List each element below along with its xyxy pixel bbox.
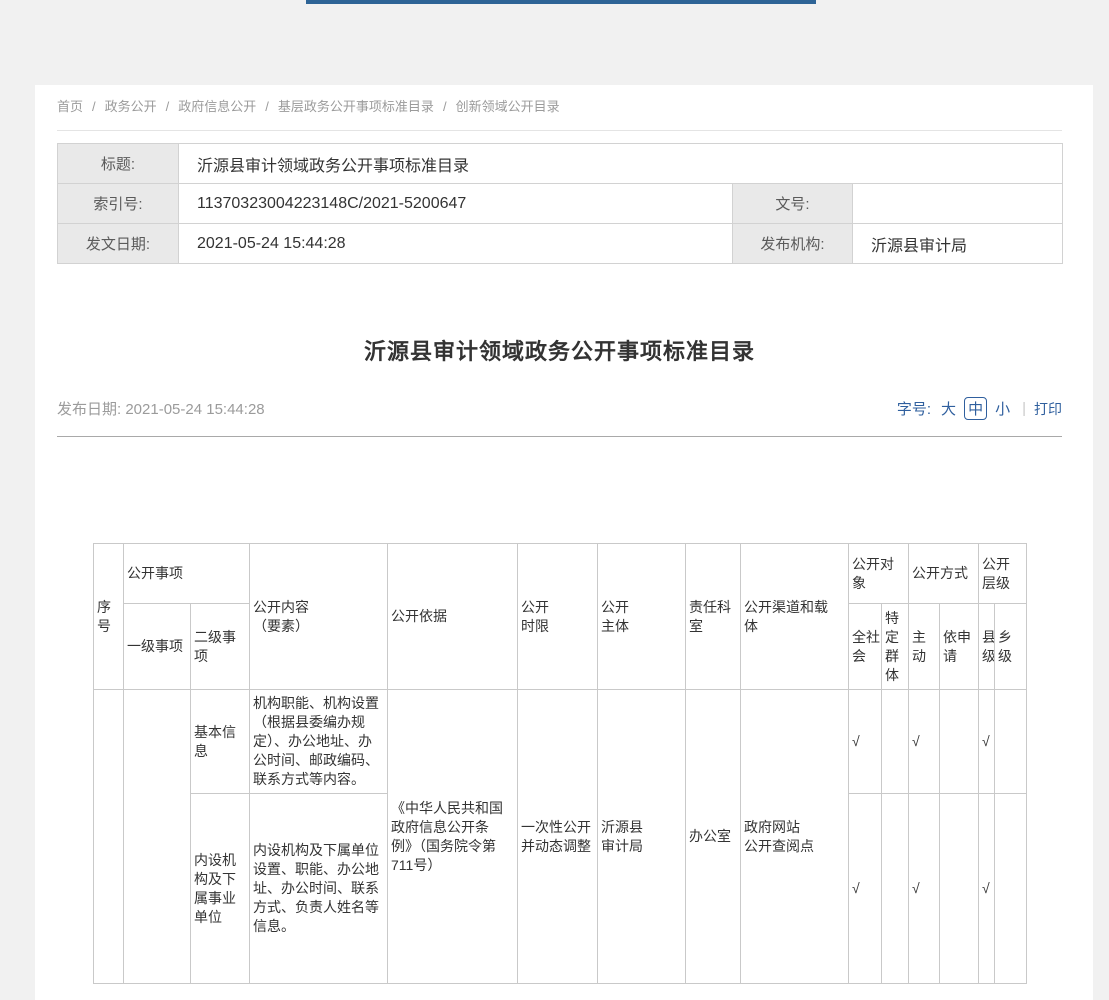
print-button[interactable]: 打印 [1034, 399, 1062, 419]
header-level-town: 乡 级 [995, 604, 1027, 690]
header-level-county: 县 级 [979, 604, 995, 690]
cell-method-request [940, 794, 979, 984]
header-content: 公开内容 （要素） [250, 544, 388, 690]
checkmark-audience-all: √ [849, 794, 882, 984]
meta-index-value: 11370323004223148C/2021-5200647 [179, 184, 733, 224]
font-size-large-button[interactable]: 大 [941, 398, 956, 419]
cell-department: 办公室 [686, 690, 741, 984]
meta-date-value: 2021-05-24 15:44:28 [179, 224, 733, 264]
page-title: 沂源县审计领域政务公开事项标准目录 [57, 331, 1062, 373]
cell-time-limit: 一次性公开 并动态调整 [518, 690, 598, 984]
breadcrumb-separator: / [443, 99, 447, 114]
meta-row-title: 标题: 沂源县审计领域政务公开事项标准目录 [58, 144, 1063, 184]
publish-date: 发布日期: 2021-05-24 15:44:28 [57, 398, 265, 419]
header-subject: 公开 主体 [598, 544, 686, 690]
publish-date-label: 发布日期: [57, 401, 121, 418]
meta-title-value: 沂源县审计领域政务公开事项标准目录 [179, 144, 1063, 184]
article-meta-bar: 发布日期: 2021-05-24 15:44:28 字号: 大 中 小 | 打印 [57, 397, 1062, 420]
breadcrumb-separator: / [166, 99, 170, 114]
meta-title-label: 标题: [58, 144, 179, 184]
header-audience-all: 全社 会 [849, 604, 882, 690]
breadcrumb: 首页 / 政务公开 / 政府信息公开 / 基层政务公开事项标准目录 / 创新领域公开目录 [57, 97, 1062, 117]
header-method-active: 主 动 [909, 604, 940, 690]
publish-date-value: 2021-05-24 15:44:28 [125, 401, 264, 418]
cell-level-town [995, 794, 1027, 984]
breadcrumb-item-jiceng[interactable]: 基层政务公开事项标准目录 [278, 99, 434, 114]
cell-method-request [940, 690, 979, 794]
checkmark-audience-all: √ [849, 690, 882, 794]
font-size-control: 字号: 大 中 小 | 打印 [897, 397, 1062, 420]
divider-pipe: | [1022, 400, 1026, 417]
header-method-request: 依申 请 [940, 604, 979, 690]
breadcrumb-item-zhengwu[interactable]: 政务公开 [105, 99, 157, 114]
catalog-table: 序 号 公开事项 公开内容 （要素） 公开依据 公开 时限 公开 主体 责任科 … [93, 543, 1027, 984]
header-audience-specific: 特 定 群 体 [882, 604, 909, 690]
meta-row-date: 发文日期: 2021-05-24 15:44:28 发布机构: 沂源县审计局 [58, 224, 1063, 264]
article-divider [57, 436, 1062, 437]
cell-audience-specific [882, 794, 909, 984]
meta-index-label: 索引号: [58, 184, 179, 224]
breadcrumb-separator: / [265, 99, 269, 114]
font-size-label: 字号: [897, 398, 931, 419]
header-serial: 序 号 [94, 544, 124, 690]
cell-level1 [124, 690, 191, 984]
meta-table: 标题: 沂源县审计领域政务公开事项标准目录 索引号: 1137032300422… [57, 143, 1063, 264]
table-row: 基本信 息 机构职能、机构设置 （根据县委编办规 定）、办公地址、办 公时间、邮… [94, 690, 1027, 794]
font-size-small-button[interactable]: 小 [995, 398, 1010, 419]
header-audience: 公开对 象 [849, 544, 909, 604]
meta-row-index: 索引号: 11370323004223148C/2021-5200647 文号: [58, 184, 1063, 224]
cell-subject: 沂源县 审计局 [598, 690, 686, 984]
checkmark-level-county: √ [979, 690, 995, 794]
cell-level2: 内设机 构及下 属事业 单位 [191, 794, 250, 984]
cell-content: 机构职能、机构设置 （根据县委编办规 定）、办公地址、办 公时间、邮政编码、 联… [250, 690, 388, 794]
header-level2: 二级事 项 [191, 604, 250, 690]
cell-audience-specific [882, 690, 909, 794]
checkmark-level-county: √ [979, 794, 995, 984]
breadcrumb-item-chuangxin[interactable]: 创新领域公开目录 [456, 99, 560, 114]
catalog-header-row-1: 序 号 公开事项 公开内容 （要素） 公开依据 公开 时限 公开 主体 责任科 … [94, 544, 1027, 604]
font-size-medium-button[interactable]: 中 [964, 397, 987, 420]
cell-basis: 《中华人民共和国 政府信息公开条 例》（国务院令第 711号） [388, 690, 518, 984]
header-time-limit: 公开 时限 [518, 544, 598, 690]
breadcrumb-divider [57, 130, 1062, 131]
cell-serial [94, 690, 124, 984]
header-channel: 公开渠道和载 体 [741, 544, 849, 690]
header-level: 公开 层级 [979, 544, 1027, 604]
breadcrumb-item-home[interactable]: 首页 [57, 99, 83, 114]
breadcrumb-item-xinxi[interactable]: 政府信息公开 [178, 99, 256, 114]
checkmark-method-active: √ [909, 794, 940, 984]
cell-level-town [995, 690, 1027, 794]
checkmark-method-active: √ [909, 690, 940, 794]
cell-content: 内设机构及下属单位 设置、职能、办公地 址、办公时间、联系 方式、负责人姓名等 … [250, 794, 388, 984]
header-level1: 一级事项 [124, 604, 191, 690]
meta-docnum-label: 文号: [733, 184, 853, 224]
cell-channel: 政府网站 公开查阅点 [741, 690, 849, 984]
header-basis: 公开依据 [388, 544, 518, 690]
header-department: 责任科 室 [686, 544, 741, 690]
content-card: 首页 / 政务公开 / 政府信息公开 / 基层政务公开事项标准目录 / 创新领域公开目录 标题:… [35, 85, 1093, 1000]
header-method: 公开方式 [909, 544, 979, 604]
meta-agency-label: 发布机构: [733, 224, 853, 264]
meta-date-label: 发文日期: [58, 224, 179, 264]
top-accent-bar [306, 0, 816, 4]
meta-docnum-value [853, 184, 1063, 224]
header-item-group: 公开事项 [124, 544, 250, 604]
cell-level2: 基本信 息 [191, 690, 250, 794]
meta-agency-value: 沂源县审计局 [853, 224, 1063, 264]
breadcrumb-separator: / [92, 99, 96, 114]
